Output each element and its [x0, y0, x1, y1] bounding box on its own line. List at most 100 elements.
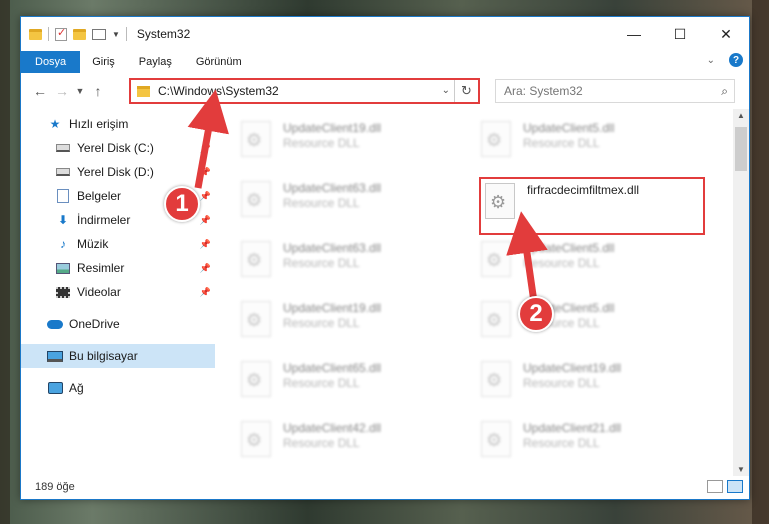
dll-file-icon	[241, 181, 271, 217]
dll-file-icon	[481, 241, 511, 277]
navigation-pane: ★ Hızlı erişim Yerel Disk (C:) 📌 Yerel D…	[21, 109, 215, 476]
scrollbar-thumb[interactable]	[735, 127, 747, 171]
folder-icon	[29, 28, 42, 40]
quick-access-toolbar: ▼	[29, 26, 127, 41]
ribbon-tabs: Dosya Giriş Paylaş Görünüm ⌄ ?	[21, 51, 749, 73]
file-item[interactable]: UpdateClient19.dllResource DLL	[241, 301, 471, 355]
dll-file-icon	[481, 361, 511, 397]
sidebar-item-quick-access[interactable]: ★ Hızlı erişim	[21, 112, 215, 136]
sidebar-item-pictures[interactable]: Resimler 📌	[21, 256, 215, 280]
video-icon	[55, 285, 71, 299]
maximize-button[interactable]: ☐	[657, 17, 703, 51]
file-type: Resource DLL	[523, 136, 600, 150]
file-item[interactable]: UpdateClient42.dllResource DLL	[241, 421, 471, 475]
file-type: Resource DLL	[283, 196, 360, 210]
file-name: UpdateClient19.dll	[283, 301, 382, 315]
search-icon[interactable]: ⌕	[721, 84, 728, 99]
new-folder-icon[interactable]	[73, 28, 86, 40]
dll-file-icon	[481, 421, 511, 457]
sidebar-item-music[interactable]: ♪ Müzik 📌	[21, 232, 215, 256]
forward-arrow-icon[interactable]: →	[51, 83, 73, 99]
tab-share[interactable]: Paylaş	[127, 51, 184, 73]
pin-icon[interactable]: 📌	[200, 167, 211, 178]
file-item[interactable]: UpdateClient63.dllResource DLL	[241, 241, 471, 295]
sidebar-item-network[interactable]: Ağ	[21, 376, 215, 400]
expand-ribbon-icon[interactable]: ⌄	[707, 55, 715, 66]
file-item[interactable]: UpdateClient65.dllResource DLL	[241, 361, 471, 415]
divider	[48, 27, 49, 41]
address-bar[interactable]: C:\Windows\System32 ⌄ ↻	[129, 78, 480, 104]
item-count: 189 öğe	[35, 481, 75, 493]
sidebar-item-local-disk-d[interactable]: Yerel Disk (D:) 📌	[21, 160, 215, 184]
drive-icon	[55, 141, 71, 155]
dll-file-icon	[241, 361, 271, 397]
search-box[interactable]: ⌕	[495, 79, 735, 103]
window-title: System32	[136, 27, 191, 41]
status-bar: 189 öğe	[21, 475, 749, 499]
view-icon[interactable]	[92, 28, 106, 40]
scroll-down-icon[interactable]: ▼	[733, 465, 749, 474]
sidebar-item-label: Belgeler	[77, 189, 122, 203]
divider	[125, 27, 127, 41]
file-item[interactable]: UpdateClient19.dllResource DLL	[241, 121, 471, 175]
network-icon	[47, 381, 63, 395]
title-bar: ▼ System32 — ☐ ✕	[21, 17, 749, 51]
sidebar-item-videos[interactable]: Videolar 📌	[21, 280, 215, 304]
pin-icon[interactable]: 📌	[200, 263, 211, 274]
download-icon: ⬇	[57, 213, 69, 227]
back-arrow-icon[interactable]: ←	[29, 83, 51, 99]
dll-file-icon	[241, 241, 271, 277]
star-icon: ★	[49, 117, 61, 131]
pin-icon[interactable]: 📌	[200, 191, 211, 202]
sidebar-item-label: Ağ	[69, 381, 84, 395]
drive-icon	[55, 165, 71, 179]
sidebar-item-label: Yerel Disk (C:)	[77, 141, 154, 155]
file-name: UpdateClient65.dll	[283, 361, 382, 375]
cloud-icon	[47, 317, 63, 331]
pin-icon[interactable]: 📌	[200, 215, 211, 226]
large-icons-view-icon[interactable]	[727, 480, 743, 493]
refresh-icon[interactable]: ↻	[454, 80, 478, 102]
file-item-target-dll[interactable]: firfracdecimfiltmex.dll	[479, 177, 705, 235]
sidebar-item-this-pc[interactable]: Bu bilgisayar	[21, 344, 215, 368]
sidebar-item-label: Hızlı erişim	[69, 117, 129, 131]
file-name: UpdateClient19.dll	[283, 121, 382, 135]
tab-home[interactable]: Giriş	[80, 51, 127, 73]
properties-icon[interactable]	[55, 26, 67, 41]
sidebar-item-label: İndirmeler	[77, 213, 131, 227]
file-item[interactable]: UpdateClient5.dllResource DLL	[481, 241, 711, 295]
close-button[interactable]: ✕	[703, 17, 749, 51]
recent-locations-icon[interactable]: ▼	[73, 86, 87, 96]
file-item[interactable]: UpdateClient21.dllResource DLL	[481, 421, 711, 475]
search-input[interactable]	[504, 84, 704, 98]
file-item[interactable]: UpdateClient63.dllResource DLL	[241, 181, 471, 235]
file-item[interactable]: UpdateClient5.dllResource DLL	[481, 121, 711, 175]
file-item[interactable]: UpdateClient5.dllResource DLL	[481, 301, 711, 355]
sidebar-item-local-disk-c[interactable]: Yerel Disk (C:) 📌	[21, 136, 215, 160]
tab-view[interactable]: Görünüm	[184, 51, 254, 73]
address-path[interactable]: C:\Windows\System32	[158, 84, 279, 98]
sidebar-item-label: Resimler	[77, 261, 125, 275]
file-type: Resource DLL	[283, 376, 360, 390]
customize-arrow-icon[interactable]: ▼	[112, 30, 120, 39]
file-list: UpdateClient19.dllResource DLL UpdateCli…	[215, 109, 749, 476]
vertical-scrollbar[interactable]: ▲ ▼	[733, 109, 749, 476]
pictures-icon	[55, 261, 71, 275]
file-type: Resource DLL	[283, 436, 360, 450]
up-arrow-icon[interactable]: ↑	[87, 83, 109, 99]
pin-icon[interactable]: 📌	[200, 239, 211, 250]
help-icon[interactable]: ?	[729, 53, 743, 67]
file-name: UpdateClient42.dll	[283, 421, 382, 435]
pin-icon[interactable]: 📌	[200, 287, 211, 298]
scroll-up-icon[interactable]: ▲	[733, 111, 749, 120]
pin-icon[interactable]: 📌	[200, 143, 211, 154]
details-view-icon[interactable]	[707, 480, 723, 493]
file-item[interactable]: UpdateClient19.dllResource DLL	[481, 361, 711, 415]
document-icon	[55, 189, 71, 203]
tab-file[interactable]: Dosya	[21, 51, 81, 73]
minimize-button[interactable]: —	[611, 17, 657, 51]
sidebar-item-label: Bu bilgisayar	[69, 349, 138, 363]
sidebar-item-label: Müzik	[77, 237, 109, 251]
sidebar-item-onedrive[interactable]: OneDrive	[21, 312, 215, 336]
chevron-down-icon[interactable]: ⌄	[442, 85, 450, 96]
